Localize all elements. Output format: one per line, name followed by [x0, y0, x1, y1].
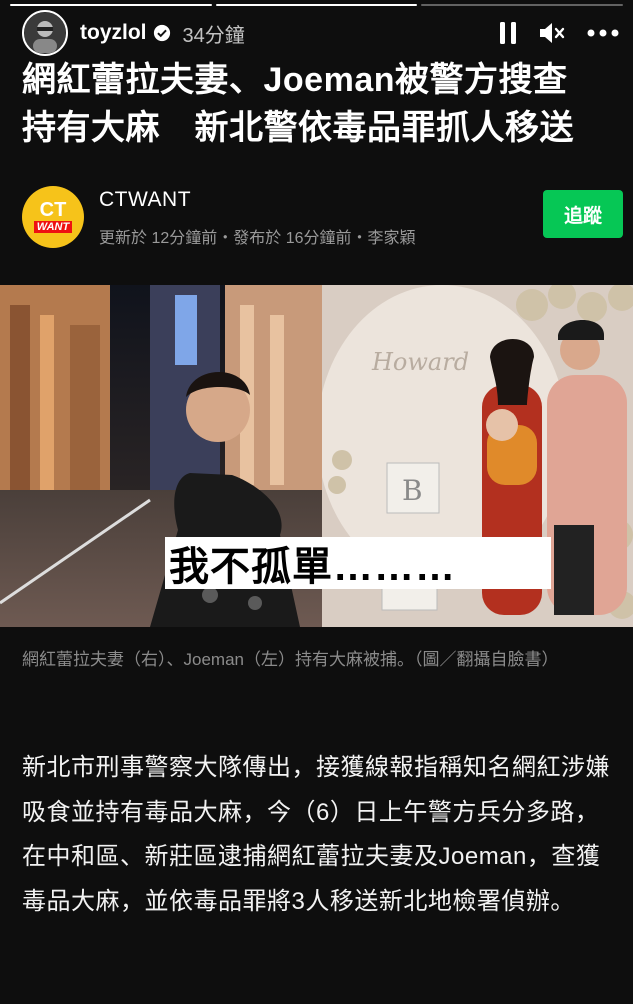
- avatar[interactable]: [22, 10, 68, 56]
- verified-badge-icon: [153, 24, 170, 42]
- headline-line: 網紅蕾拉夫妻、Joeman被警方搜查: [22, 61, 568, 99]
- howard-wall-text: Howard: [371, 348, 469, 376]
- progress-segment: [215, 4, 418, 6]
- mute-icon[interactable]: [539, 21, 565, 45]
- progress-segment: [10, 4, 212, 6]
- photo-caption: 網紅蕾拉夫妻（右）、Joeman（左）持有大麻被捕。（圖／翻攝自臉書）: [22, 650, 559, 669]
- avatar-image: [25, 13, 65, 53]
- follow-button[interactable]: 追蹤: [543, 190, 623, 238]
- headline-line: 持有大麻 新北警依毒品罪抓人移送: [22, 109, 574, 147]
- progress-segment: [421, 4, 624, 6]
- photo-overlay-text: 我不孤單………: [165, 537, 551, 589]
- letter-block-b: B: [402, 474, 423, 507]
- logo-ct-text: CT: [39, 199, 67, 221]
- story-header: toyzlol 34分鐘: [22, 10, 619, 56]
- post-time: 34分鐘: [182, 24, 245, 47]
- publisher-name[interactable]: CTWANT: [99, 188, 191, 212]
- logo-want-text: WANT: [33, 221, 73, 233]
- username[interactable]: toyzlol: [80, 21, 147, 45]
- article-body: 新北市刑事警察大隊傳出，接獲線報指稱知名網紅涉嫌吸食並持有毒品大麻，今（6）日上…: [22, 754, 610, 915]
- more-icon[interactable]: [587, 28, 619, 38]
- publisher-row: CT WANT CTWANT 更新於 12分鐘前・發布於 16分鐘前・李家穎 追…: [22, 182, 623, 252]
- article-headline: 網紅蕾拉夫妻、Joeman被警方搜查 持有大麻 新北警依毒品罪抓人移送: [22, 56, 619, 152]
- pause-icon[interactable]: [499, 21, 517, 45]
- publisher-logo[interactable]: CT WANT: [22, 186, 84, 248]
- publish-meta: 更新於 12分鐘前・發布於 16分鐘前・李家穎: [99, 230, 416, 247]
- story-progress-bar: [10, 4, 624, 6]
